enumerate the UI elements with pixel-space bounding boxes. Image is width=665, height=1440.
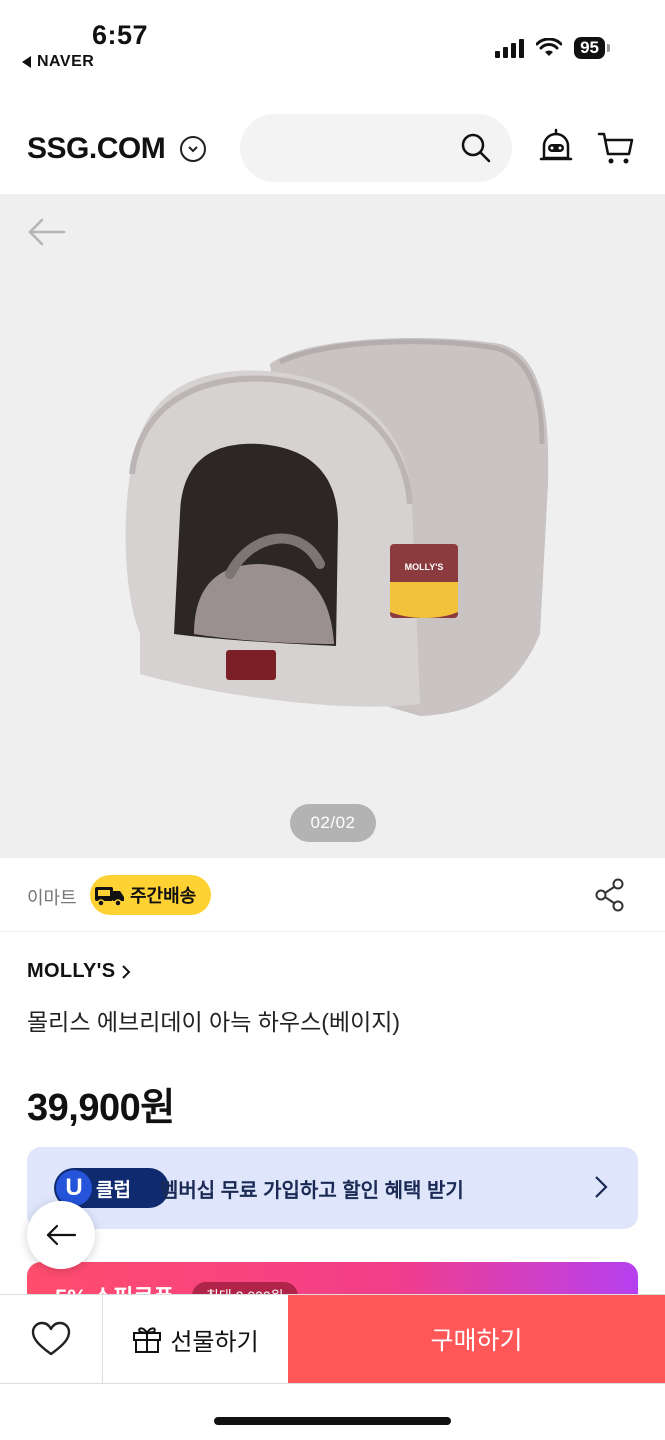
product-image-gallery[interactable]: MOLLY'S 02/02: [0, 194, 665, 858]
back-triangle-icon: [22, 56, 31, 68]
heart-icon: [31, 1321, 71, 1356]
membership-text: 멤버십 무료 가입하고 할인 혜택 받기: [160, 1180, 464, 1202]
search-icon[interactable]: [460, 132, 492, 164]
status-bar: 6:57 NAVER 95: [0, 0, 665, 92]
back-to-app-link[interactable]: NAVER: [22, 53, 94, 71]
battery-level: 95: [574, 37, 605, 59]
home-indicator[interactable]: [214, 1417, 451, 1425]
delivery-badge-label: 주간배송: [130, 886, 197, 906]
brand-name: MOLLY'S: [27, 960, 116, 982]
search-bar[interactable]: [240, 114, 512, 182]
ssg-logo[interactable]: SSG.COM: [27, 132, 166, 166]
chevron-right-icon: [595, 1176, 608, 1198]
back-arrow-icon: [46, 1224, 77, 1246]
seller-name[interactable]: 이마트: [27, 884, 77, 910]
wifi-icon: [536, 38, 563, 56]
status-time: 6:57: [92, 20, 149, 50]
image-counter: 02/02: [290, 804, 376, 842]
bottom-action-bar: 선물하기 구매하기: [0, 1294, 665, 1384]
wishlist-button[interactable]: [0, 1295, 103, 1383]
buy-button[interactable]: 구매하기: [288, 1295, 665, 1383]
share-icon[interactable]: [594, 878, 626, 912]
gift-button-label: 선물하기: [170, 1328, 259, 1356]
chevron-right-icon: [122, 964, 131, 979]
gift-icon: [133, 1327, 162, 1353]
product-tag-brand: MOLLY'S: [405, 562, 444, 572]
delivery-truck-icon: [92, 879, 124, 911]
cellular-signal-icon: [495, 38, 525, 58]
product-image: MOLLY'S: [125, 338, 549, 716]
uclub-text: 클럽: [96, 1179, 131, 1201]
gallery-back-arrow-icon[interactable]: [26, 216, 66, 248]
back-app-label: NAVER: [37, 53, 95, 70]
gift-button[interactable]: 선물하기: [103, 1295, 288, 1383]
battery-icon: 95: [574, 37, 610, 59]
product-title: 몰리스 에브리데이 아늑 하우스(베이지): [27, 1009, 401, 1035]
membership-banner[interactable]: U 클럽 멤버십 무료 가입하고 할인 혜택 받기: [27, 1147, 638, 1229]
brand-link[interactable]: MOLLY'S: [27, 960, 131, 983]
status-icons: 95: [495, 37, 610, 59]
mall-switch-chevron-icon[interactable]: [180, 136, 206, 162]
delivery-badge: 주간배송: [90, 875, 211, 915]
seller-row: 이마트 주간배송: [0, 858, 665, 932]
header: SSG.COM: [0, 110, 665, 190]
cart-icon[interactable]: [597, 130, 635, 166]
chatbot-icon[interactable]: [538, 128, 574, 166]
search-input[interactable]: [260, 132, 450, 162]
product-price: 39,900원: [27, 1087, 175, 1129]
floating-back-button[interactable]: [27, 1201, 95, 1269]
